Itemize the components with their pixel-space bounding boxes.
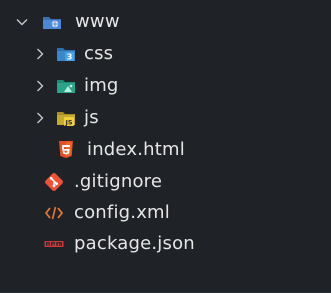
xml-icon [44, 203, 64, 223]
npm-icon [44, 234, 64, 254]
git-icon [44, 172, 64, 192]
svg-text:3: 3 [67, 53, 73, 62]
tree-item-label: .gitignore [74, 171, 163, 192]
tree-item-label: config.xml [74, 202, 170, 223]
tree-item-config-xml[interactable]: config.xml [44, 199, 170, 227]
tree-item-label: package.json [74, 233, 195, 254]
tree-item-www[interactable]: www [16, 8, 120, 36]
tree-item-label: js [84, 107, 99, 128]
tree-item-gitignore[interactable]: .gitignore [44, 168, 162, 196]
html5-icon [56, 140, 76, 160]
svg-text:JS: JS [64, 119, 72, 127]
tree-item-css[interactable]: 3 css [34, 40, 113, 68]
chevron-right-icon[interactable] [34, 112, 46, 124]
folder-open-icon [42, 12, 62, 32]
chevron-right-icon[interactable] [34, 80, 46, 92]
css-folder-icon: 3 [56, 44, 76, 64]
image-folder-icon [56, 76, 76, 96]
chevron-right-icon[interactable] [34, 48, 46, 60]
tree-item-label: img [84, 75, 119, 96]
tree-item-package-json[interactable]: package.json [44, 230, 195, 258]
tree-item-js[interactable]: JS js [34, 104, 99, 132]
file-explorer: www 3 css img JS js index.html .gitignor… [0, 0, 331, 293]
tree-item-index-html[interactable]: index.html [56, 136, 185, 164]
chevron-down-icon[interactable] [16, 16, 28, 28]
tree-item-label: www [75, 11, 120, 32]
tree-item-img[interactable]: img [34, 72, 119, 100]
js-folder-icon: JS [56, 108, 76, 128]
tree-item-label: index.html [87, 139, 185, 160]
tree-item-label: css [84, 43, 114, 64]
